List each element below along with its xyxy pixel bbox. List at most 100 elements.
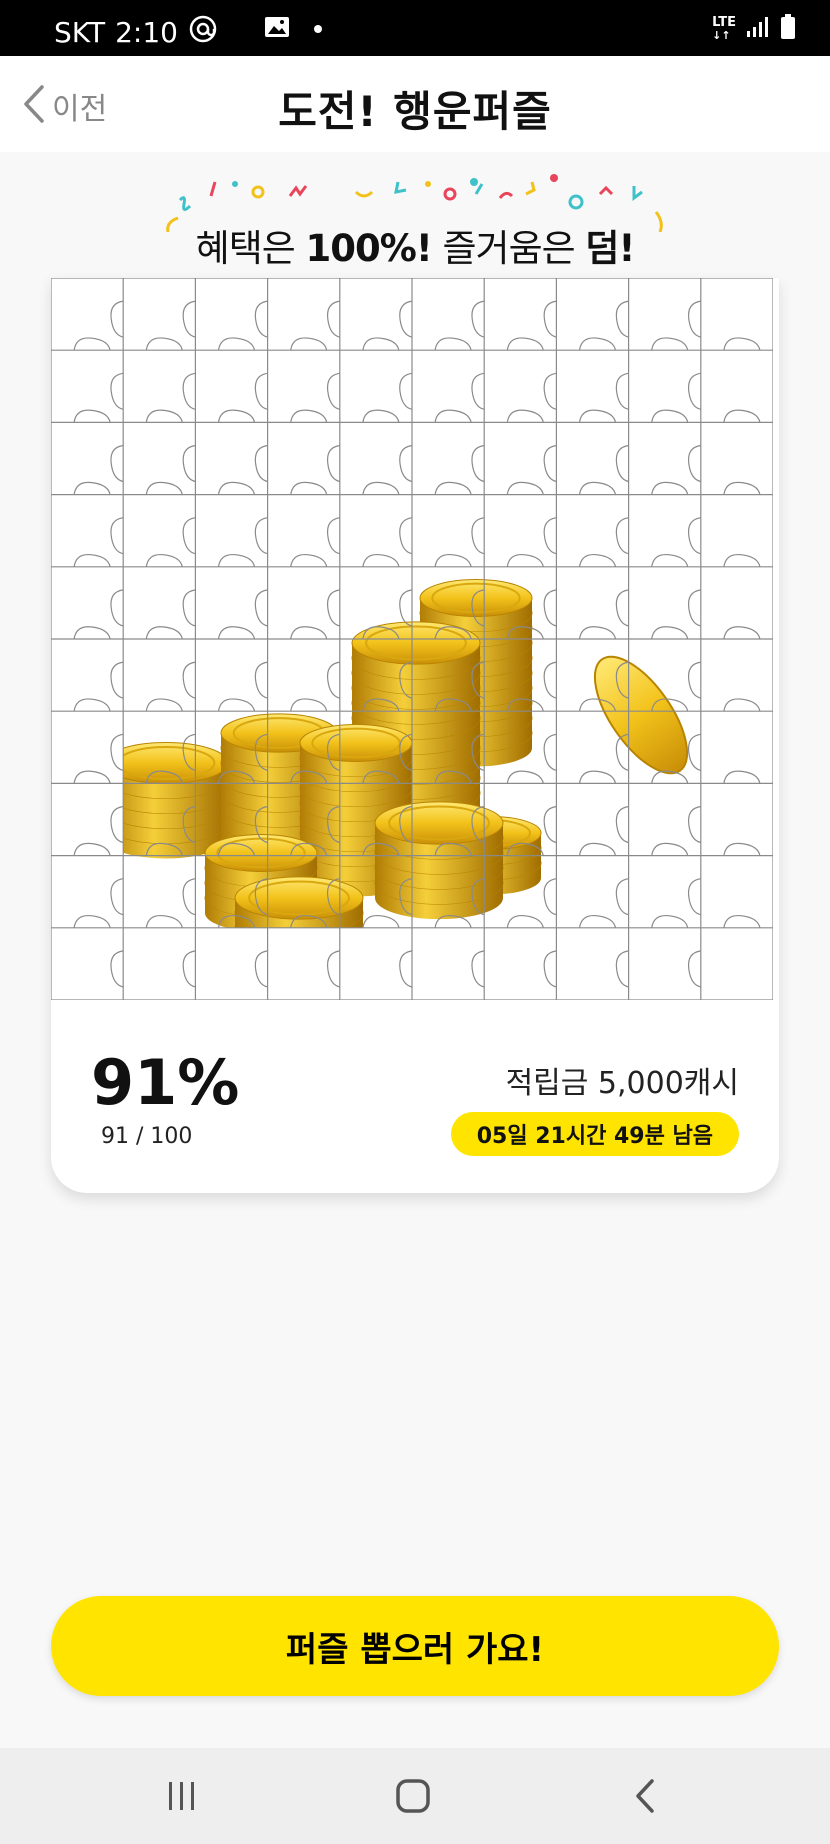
home-button[interactable] xyxy=(383,1776,443,1816)
status-bar: SKT 2:10 LTE ↓↑ xyxy=(0,0,830,56)
puzzle-tab xyxy=(578,842,617,856)
puzzle-tab xyxy=(399,517,413,555)
puzzle-tab xyxy=(543,589,557,627)
page-title: 도전! 행운퍼즐 xyxy=(278,87,552,136)
puzzle-tab xyxy=(399,444,413,483)
puzzle-tab xyxy=(615,444,629,483)
draw-puzzle-button[interactable]: 퍼즐 뽑으러 가요! xyxy=(51,1596,779,1696)
puzzle-tab xyxy=(506,698,544,712)
puzzle-tab xyxy=(687,661,701,699)
puzzle-tab xyxy=(543,805,557,844)
puzzle-tab xyxy=(506,553,544,567)
puzzle-tab xyxy=(290,553,328,567)
at-sign-icon xyxy=(188,14,218,51)
puzzle-tab xyxy=(145,698,183,712)
puzzle-tab xyxy=(217,698,256,712)
puzzle-tab xyxy=(543,878,557,916)
carrier-label: SKT xyxy=(54,16,106,49)
system-back-button[interactable] xyxy=(618,1776,678,1816)
puzzle-tab xyxy=(110,878,124,916)
puzzle-tab xyxy=(217,481,256,495)
puzzle-tab xyxy=(254,444,268,483)
puzzle-tab xyxy=(578,770,617,784)
puzzle-card: 91% 91 / 100 적립금 5,000캐시 05일 21시간 49분 남음 xyxy=(51,278,779,1193)
puzzle-tab xyxy=(615,878,629,916)
puzzle-tab xyxy=(399,589,413,627)
puzzle-tab xyxy=(182,444,196,483)
puzzle-tab xyxy=(290,626,328,640)
puzzle-tab xyxy=(182,589,196,627)
puzzle-tab xyxy=(578,409,617,423)
puzzle-tab xyxy=(615,805,629,844)
banner-text-2: 즐거움은 xyxy=(431,227,586,270)
puzzle-tab xyxy=(471,444,485,483)
status-right: LTE ↓↑ xyxy=(712,14,796,44)
leaning-coin xyxy=(593,655,689,775)
battery-icon xyxy=(780,14,796,44)
banner-text-1: 혜택은 xyxy=(195,227,306,270)
puzzle-tab xyxy=(362,553,400,567)
puzzle-tab xyxy=(326,517,340,555)
puzzle-tab xyxy=(217,626,256,640)
recent-apps-icon xyxy=(169,1782,194,1810)
puzzle-tab xyxy=(578,481,617,495)
puzzle-tab xyxy=(578,626,617,640)
puzzle-tab xyxy=(723,842,761,856)
puzzle-tab xyxy=(543,444,557,483)
status-left: SKT 2:10 xyxy=(54,14,218,51)
puzzle-tab xyxy=(326,444,340,483)
puzzle-tab xyxy=(73,914,111,928)
puzzle-tab xyxy=(145,914,183,928)
puzzle-tab xyxy=(543,733,557,771)
system-nav-bar xyxy=(0,1748,830,1844)
puzzle-tab xyxy=(471,372,485,410)
puzzle-board[interactable] xyxy=(51,278,773,1000)
puzzle-tab xyxy=(687,372,701,410)
puzzle-tab xyxy=(434,914,472,928)
promo-banner: 혜택은 100%! 즐거움은 덤! xyxy=(160,172,670,272)
banner-text-bonus: 덤! xyxy=(585,227,635,270)
puzzle-tab xyxy=(434,553,472,567)
puzzle-tab xyxy=(506,770,544,784)
puzzle-tab xyxy=(145,481,183,495)
puzzle-tab xyxy=(615,733,629,771)
puzzle-tab xyxy=(290,698,328,712)
puzzle-tab xyxy=(145,626,183,640)
banner-text: 혜택은 100%! 즐거움은 덤! xyxy=(160,218,670,272)
puzzle-tab xyxy=(254,589,268,627)
coin-face xyxy=(299,724,413,762)
puzzle-tab xyxy=(434,409,472,423)
puzzle-tab xyxy=(326,589,340,627)
puzzle-tab xyxy=(687,589,701,627)
puzzle-tab xyxy=(362,914,400,928)
notification-dot-icon xyxy=(314,25,322,33)
puzzle-tab xyxy=(651,698,689,712)
time-remaining-badge: 05일 21시간 49분 남음 xyxy=(450,1112,739,1156)
clock-time: 2:10 xyxy=(115,16,178,49)
recent-apps-button[interactable] xyxy=(151,1776,211,1816)
puzzle-piece-covered xyxy=(700,927,773,1000)
puzzle-tab xyxy=(326,661,340,699)
app-header: 이전 도전! 행운퍼즐 xyxy=(0,56,830,152)
puzzle-tab xyxy=(578,553,617,567)
puzzle-tab xyxy=(182,878,196,916)
notification-icons xyxy=(264,16,322,42)
puzzle-tab xyxy=(362,481,400,495)
puzzle-tab xyxy=(615,589,629,627)
coin-face xyxy=(234,876,364,920)
puzzle-tab xyxy=(543,661,557,699)
puzzle-tab xyxy=(651,409,689,423)
puzzle-tab xyxy=(182,661,196,699)
puzzle-tab xyxy=(687,444,701,483)
puzzle-tab xyxy=(578,914,617,928)
puzzle-tab xyxy=(290,481,328,495)
puzzle-tab xyxy=(182,517,196,555)
puzzle-tab xyxy=(615,517,629,555)
puzzle-tab xyxy=(651,553,689,567)
back-icon xyxy=(636,1779,654,1813)
puzzle-tab xyxy=(506,481,544,495)
puzzle-tab xyxy=(543,372,557,410)
puzzle-tab xyxy=(687,517,701,555)
network-type: LTE ↓↑ xyxy=(712,15,736,42)
puzzle-tab xyxy=(434,481,472,495)
